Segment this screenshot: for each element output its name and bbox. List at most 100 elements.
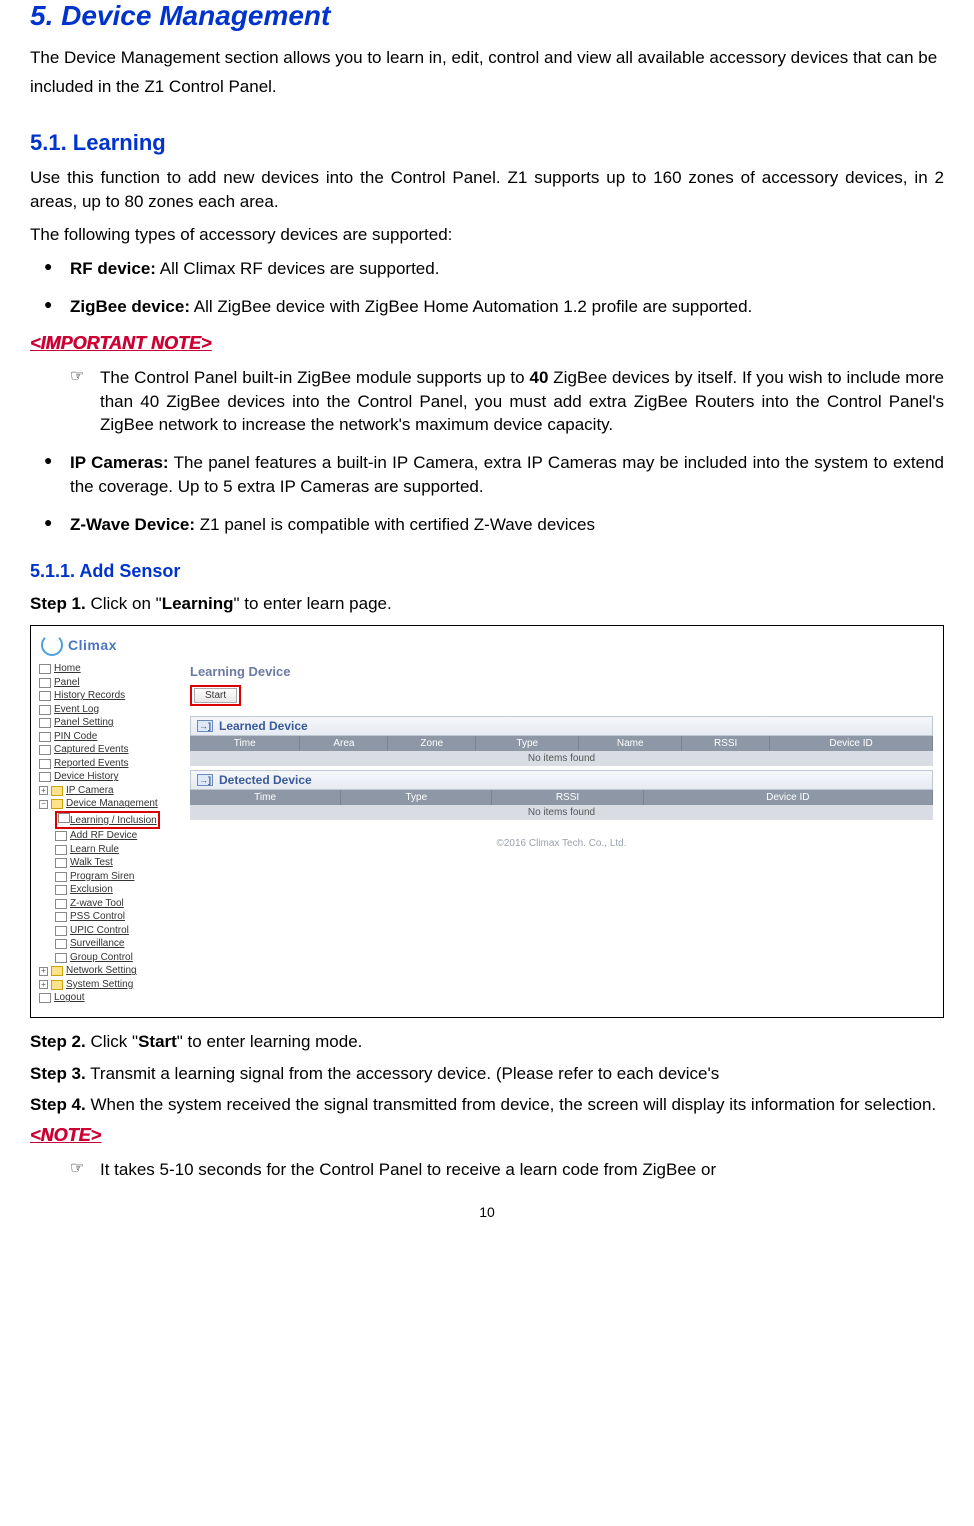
screenshot-inner: Climax Home Panel History Records Event …: [35, 630, 939, 1013]
sidebar-label: Logout: [54, 991, 85, 1005]
sidebar-item-panel-setting[interactable]: Panel Setting: [39, 716, 178, 730]
col-time: Time: [190, 736, 300, 751]
sidebar-item-network-setting[interactable]: + Network Setting: [39, 964, 178, 978]
expand-icon[interactable]: +: [39, 786, 48, 795]
sidebar-item-pin-code[interactable]: PIN Code: [39, 730, 178, 744]
sidebar-item-program-siren[interactable]: Program Siren: [39, 870, 178, 884]
sidebar-label: Exclusion: [70, 883, 113, 897]
step-1-label: Step 1.: [30, 594, 86, 613]
note-heading: <NOTE>: [30, 1125, 944, 1146]
sidebar-label: Add RF Device: [70, 829, 137, 843]
page-icon: [39, 732, 51, 742]
main-panel: Learning Device Start →] Learned Device …: [180, 660, 939, 1013]
step-2: Step 2. Click "Start" to enter learning …: [30, 1030, 944, 1054]
col-type: Type: [476, 736, 579, 751]
sidebar-label: Surveillance: [70, 937, 124, 951]
sidebar-label: Z-wave Tool: [70, 897, 124, 911]
learned-device-header: Time Area Zone Type Name RSSI Device ID: [190, 736, 933, 751]
logo-swirl-icon: [41, 634, 63, 656]
page-icon: [55, 885, 67, 895]
page-icon: [39, 678, 51, 688]
sidebar-item-walk-test[interactable]: Walk Test: [39, 856, 178, 870]
zigbee-label: ZigBee device:: [70, 297, 190, 316]
sidebar-item-captured-events[interactable]: Captured Events: [39, 743, 178, 757]
page-icon: [55, 831, 67, 841]
sidebar-item-upic-control[interactable]: UPIC Control: [39, 924, 178, 938]
step-4-text: When the system received the signal tran…: [86, 1095, 936, 1114]
sidebar-item-logout[interactable]: Logout: [39, 991, 178, 1005]
zw-label: Z-Wave Device:: [70, 515, 195, 534]
zigbee-text: All ZigBee device with ZigBee Home Autom…: [190, 297, 752, 316]
intro-paragraph: The Device Management section allows you…: [30, 44, 944, 102]
step-2-text-a: Click ": [86, 1032, 138, 1051]
device-type-zwave: Z-Wave Device: Z1 panel is compatible wi…: [30, 513, 944, 537]
section-heading: 5. Device Management: [30, 0, 944, 32]
note-item: It takes 5-10 seconds for the Control Pa…: [30, 1158, 944, 1182]
col-area: Area: [300, 736, 388, 751]
device-types-list: RF device: All Climax RF devices are sup…: [30, 257, 944, 319]
sidebar-item-event-log[interactable]: Event Log: [39, 703, 178, 717]
sidebar-item-device-history[interactable]: Device History: [39, 770, 178, 784]
sidebar-item-group-control[interactable]: Group Control: [39, 951, 178, 965]
ip-label: IP Cameras:: [70, 453, 169, 472]
page-icon: [39, 759, 51, 769]
sidebar-label: Program Siren: [70, 870, 134, 884]
expand-icon[interactable]: +: [39, 967, 48, 976]
start-button[interactable]: Start: [194, 688, 237, 703]
sidebar-item-add-rf-device[interactable]: Add RF Device: [39, 829, 178, 843]
sidebar-item-learning-inclusion[interactable]: Learning / Inclusion: [39, 811, 178, 830]
device-type-zigbee: ZigBee device: All ZigBee device with Zi…: [30, 295, 944, 319]
sidebar-label: IP Camera: [66, 784, 114, 798]
col-device-id: Device ID: [770, 736, 933, 751]
screenshot-frame: Climax Home Panel History Records Event …: [30, 625, 944, 1018]
sidebar-label: PIN Code: [54, 730, 97, 744]
sidebar-item-exclusion[interactable]: Exclusion: [39, 883, 178, 897]
col-rssi: RSSI: [492, 790, 643, 805]
col-device-id: Device ID: [644, 790, 933, 805]
sidebar-label: Home: [54, 662, 81, 676]
sidebar-tree: Home Panel History Records Event Log Pan…: [35, 660, 180, 1013]
page-icon: [55, 912, 67, 922]
folder-icon: [51, 786, 63, 796]
detected-device-bar: →] Detected Device: [190, 770, 933, 790]
step-4-label: Step 4.: [30, 1095, 86, 1114]
page-icon: [39, 705, 51, 715]
sidebar-item-pss-control[interactable]: PSS Control: [39, 910, 178, 924]
sidebar-item-reported-events[interactable]: Reported Events: [39, 757, 178, 771]
sidebar-item-learn-rule[interactable]: Learn Rule: [39, 843, 178, 857]
ip-text: The panel features a built-in IP Camera,…: [70, 453, 944, 496]
sidebar-label: UPIC Control: [70, 924, 129, 938]
sidebar-item-device-management[interactable]: −Device Management: [39, 797, 178, 811]
step-3: Step 3. Transmit a learning signal from …: [30, 1062, 944, 1086]
rf-text: All Climax RF devices are supported.: [156, 259, 439, 278]
folder-icon: [51, 966, 63, 976]
important-note-list: The Control Panel built-in ZigBee module…: [30, 366, 944, 437]
device-type-rf: RF device: All Climax RF devices are sup…: [30, 257, 944, 281]
sidebar-label: Network Setting: [66, 964, 137, 978]
sidebar-item-home[interactable]: Home: [39, 662, 178, 676]
sidebar-label: Panel Setting: [54, 716, 114, 730]
sidebar-item-surveillance[interactable]: Surveillance: [39, 937, 178, 951]
sidebar-label: Panel: [54, 676, 80, 690]
page-icon: [39, 993, 51, 1003]
sidebar-item-panel[interactable]: Panel: [39, 676, 178, 690]
step-3-label: Step 3.: [30, 1064, 86, 1083]
expand-icon[interactable]: +: [39, 980, 48, 989]
step-2-label: Step 2.: [30, 1032, 86, 1051]
learning-paragraph-2: The following types of accessory devices…: [30, 223, 944, 247]
sidebar-item-ip-camera[interactable]: + IP Camera: [39, 784, 178, 798]
collapse-icon[interactable]: −: [39, 800, 48, 809]
page-icon: [39, 745, 51, 755]
note-list: It takes 5-10 seconds for the Control Pa…: [30, 1158, 944, 1182]
page-icon: [55, 858, 67, 868]
sidebar-item-system-setting[interactable]: +System Setting: [39, 978, 178, 992]
sidebar-label: Learn Rule: [70, 843, 119, 857]
sidebar-label: Reported Events: [54, 757, 129, 771]
start-button-highlight: Start: [190, 685, 241, 706]
col-zone: Zone: [388, 736, 476, 751]
page-icon: [55, 953, 67, 963]
col-rssi: RSSI: [682, 736, 770, 751]
sidebar-item-history-records[interactable]: History Records: [39, 689, 178, 703]
page-icon: [58, 813, 70, 823]
sidebar-item-zwave-tool[interactable]: Z-wave Tool: [39, 897, 178, 911]
